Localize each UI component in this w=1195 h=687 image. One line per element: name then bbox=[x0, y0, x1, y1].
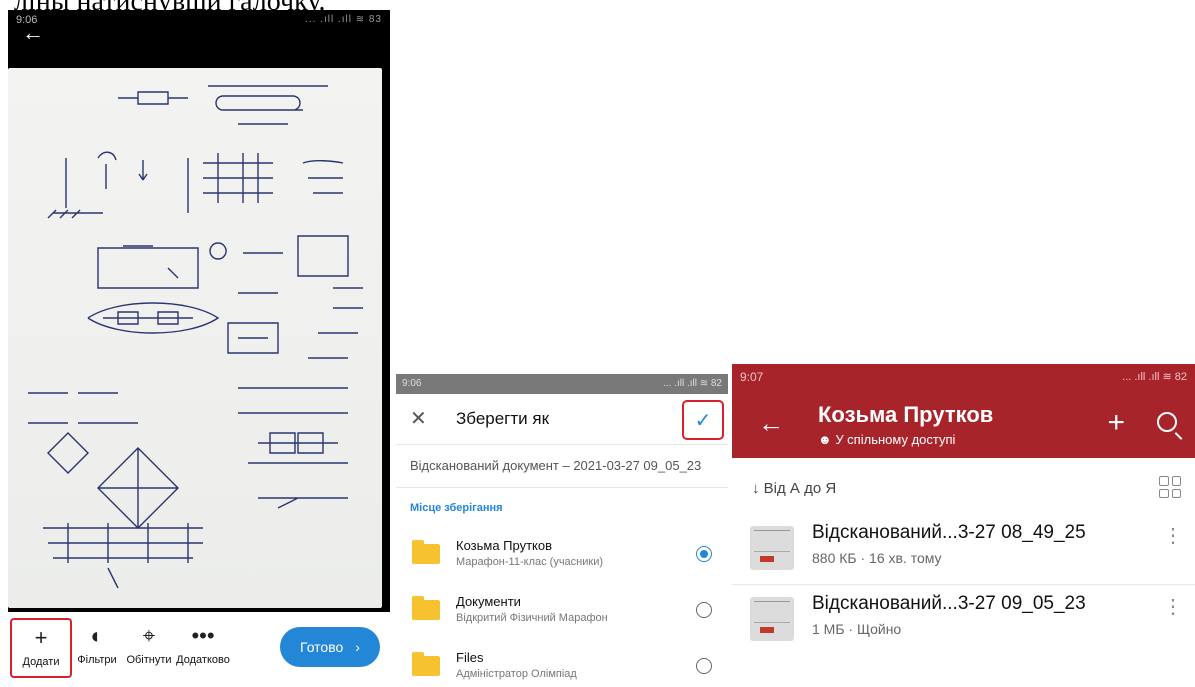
radio-unselected[interactable] bbox=[696, 602, 712, 618]
close-icon[interactable]: ✕ bbox=[410, 406, 427, 431]
location-subtitle: Адміністратор Олімпіад bbox=[456, 668, 577, 680]
file-meta: 1 МБ · Щойно bbox=[812, 621, 902, 637]
add-button[interactable]: + Додати bbox=[10, 618, 72, 678]
grid-view-icon[interactable] bbox=[1159, 476, 1181, 498]
filename-field[interactable]: Відсканований документ – 2021-03-27 09_0… bbox=[396, 444, 728, 488]
file-name: Відсканований...3-27 09_05_23 bbox=[812, 593, 1086, 614]
location-subtitle: Марафон-11-клас (учасники) bbox=[456, 556, 604, 568]
scanned-page-image bbox=[8, 68, 382, 608]
folder-icon bbox=[412, 652, 440, 676]
add-label: Додати bbox=[22, 656, 60, 668]
filters-button[interactable]: ◐ Фільтри bbox=[68, 622, 126, 666]
location-name: Документи bbox=[456, 594, 521, 609]
sort-bar: ↓ Від А до Я bbox=[732, 458, 1195, 514]
status-icons: ... .ıll .ıll ≋ 82 bbox=[663, 378, 722, 389]
confirm-check-icon[interactable]: ✓ bbox=[682, 400, 724, 440]
status-icons: ... .ıll .ıll ≋ 83 bbox=[305, 14, 382, 25]
people-icon: ☻ bbox=[818, 432, 832, 447]
filters-label: Фільтри bbox=[77, 654, 117, 666]
filters-icon: ◐ bbox=[90, 623, 104, 648]
file-row[interactable]: Відсканований...3-27 08_49_25 880 КБ · 1… bbox=[732, 514, 1195, 585]
folder-title: Козьма Прутков bbox=[818, 402, 994, 427]
search-icon[interactable] bbox=[1157, 412, 1177, 432]
more-label: Додатково bbox=[176, 654, 230, 666]
dialog-title: Зберегти як bbox=[456, 409, 550, 428]
location-name: Козьма Прутков bbox=[456, 538, 553, 553]
shared-status: ☻ У спільному доступі bbox=[818, 432, 955, 447]
location-subtitle: Відкритий Фізичний Марафон bbox=[456, 612, 608, 624]
folder-view-screen: 9:07 ... .ıll .ıll ≋ 82 ← Козьма Прутков… bbox=[732, 364, 1195, 664]
storage-location-heading: Місце зберігання bbox=[410, 502, 503, 514]
arrow-down-icon: ↓ bbox=[752, 480, 760, 497]
chevron-right-icon: › bbox=[355, 639, 360, 655]
file-name: Відсканований...3-27 08_49_25 bbox=[812, 522, 1086, 543]
status-time: 9:06 bbox=[402, 378, 422, 389]
plus-icon: + bbox=[34, 625, 48, 650]
file-row[interactable]: Відсканований...3-27 09_05_23 1 МБ · Щой… bbox=[732, 585, 1195, 655]
status-bar: 9:06 ... .ıll .ıll ≋ 82 bbox=[396, 374, 728, 394]
location-name: Files bbox=[456, 650, 484, 665]
scan-preview-screen: 9:06 ... .ıll .ıll ≋ 83 ← + Додати ◐ Філ… bbox=[8, 10, 390, 682]
status-time: 9:07 bbox=[740, 370, 764, 384]
more-dots-icon: ••• bbox=[191, 623, 215, 648]
status-icons: ... .ıll .ıll ≋ 82 bbox=[1122, 371, 1187, 383]
radio-selected[interactable] bbox=[696, 546, 712, 562]
more-vertical-icon[interactable]: ⋮ bbox=[1163, 597, 1183, 617]
sort-control[interactable]: ↓ Від А до Я bbox=[752, 480, 836, 497]
folder-icon bbox=[412, 540, 440, 564]
shared-label: У спільному доступі bbox=[835, 432, 956, 447]
sort-label: Від А до Я bbox=[763, 480, 837, 497]
file-thumbnail bbox=[750, 526, 794, 570]
location-item[interactable]: Files Адміністратор Олімпіад bbox=[396, 640, 728, 687]
back-arrow-icon[interactable]: ← bbox=[22, 22, 44, 44]
crop-icon: ⌖ bbox=[142, 623, 156, 648]
done-button[interactable]: Готово › bbox=[280, 627, 380, 667]
more-vertical-icon[interactable]: ⋮ bbox=[1163, 526, 1183, 546]
done-label: Готово bbox=[300, 639, 344, 655]
folder-icon bbox=[412, 596, 440, 620]
file-thumbnail bbox=[750, 597, 794, 641]
file-meta: 880 КБ · 16 хв. тому bbox=[812, 550, 942, 566]
bottom-toolbar: + Додати ◐ Фільтри ⌖ Обітнути ••• Додатк… bbox=[8, 612, 390, 682]
location-item[interactable]: Документи Відкритий Фізичний Марафон bbox=[396, 584, 728, 640]
radio-unselected[interactable] bbox=[696, 658, 712, 674]
more-button[interactable]: ••• Додатково bbox=[174, 622, 232, 666]
crop-label: Обітнути bbox=[126, 654, 172, 666]
location-item[interactable]: Козьма Прутков Марафон-11-клас (учасники… bbox=[396, 528, 728, 584]
folder-header: 9:07 ... .ıll .ıll ≋ 82 ← Козьма Прутков… bbox=[732, 364, 1195, 458]
handwritten-sketch-image bbox=[28, 85, 363, 589]
save-as-dialog: 9:06 ... .ıll .ıll ≋ 82 ✕ Зберегти як ✓ … bbox=[396, 374, 728, 687]
crop-button[interactable]: ⌖ Обітнути bbox=[120, 622, 178, 666]
back-arrow-icon[interactable]: ← bbox=[758, 410, 784, 436]
add-icon[interactable]: + bbox=[1107, 408, 1125, 438]
